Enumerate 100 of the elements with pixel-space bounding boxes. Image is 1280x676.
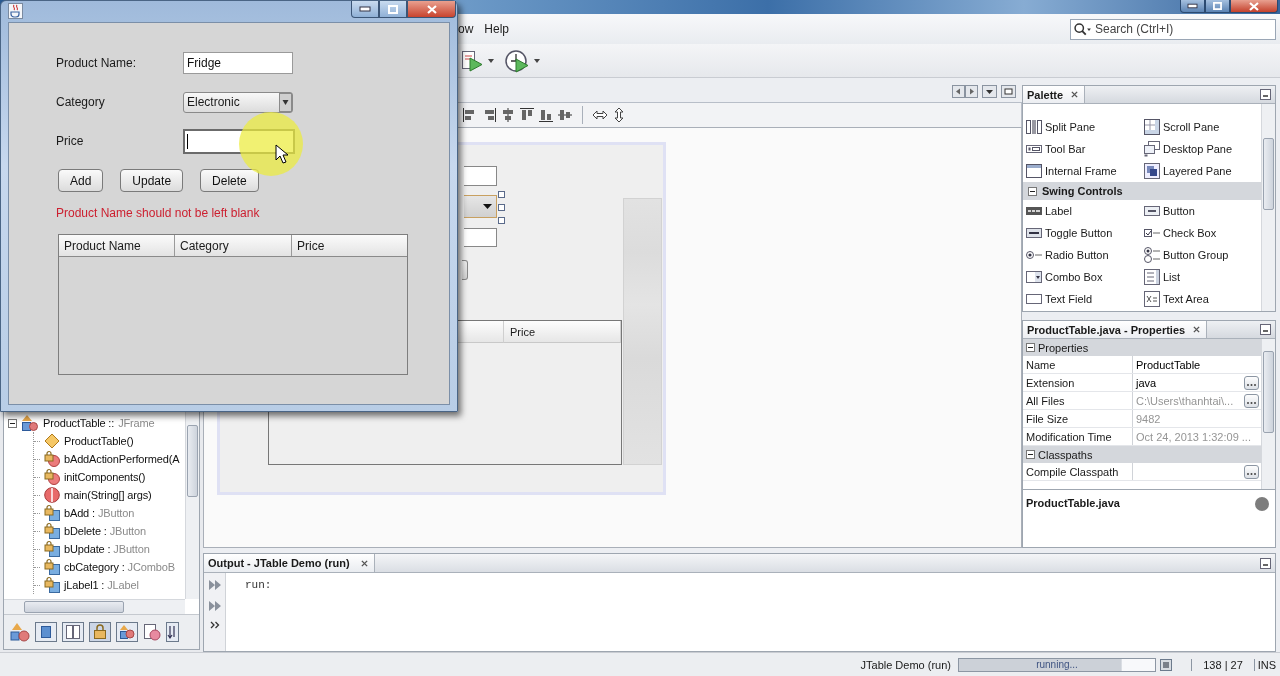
- palette-item[interactable]: Split Pane: [1023, 116, 1141, 138]
- design-button[interactable]: [462, 260, 468, 280]
- rerun-icon[interactable]: [207, 579, 222, 591]
- vertical-scrollbar[interactable]: [185, 411, 199, 599]
- columns-toggle-icon[interactable]: [62, 622, 84, 642]
- property-section-header[interactable]: Properties: [1023, 339, 1261, 356]
- lock-toggle-icon[interactable]: [89, 622, 111, 642]
- palette-item[interactable]: Label: [1023, 200, 1141, 222]
- vertical-scrollbar[interactable]: [1261, 104, 1275, 311]
- design-combo-box[interactable]: [464, 195, 497, 218]
- palette-item[interactable]: Text Area: [1141, 288, 1261, 310]
- maximize-icon: [388, 4, 398, 14]
- tree-item[interactable]: ProductTable(): [34, 432, 185, 450]
- minimize-icon[interactable]: [1260, 324, 1271, 335]
- sort-icon[interactable]: [166, 622, 178, 642]
- class-toggle-icon[interactable]: [116, 622, 138, 642]
- tree-item[interactable]: bAdd : JButton: [34, 504, 185, 522]
- palette-item[interactable]: Toggle Button: [1023, 222, 1141, 244]
- tree-item[interactable]: main(String[] args): [34, 486, 185, 504]
- browse-button[interactable]: [1244, 393, 1259, 408]
- minimize-button[interactable]: [351, 1, 379, 18]
- palette-item[interactable]: Internal Frame: [1023, 160, 1141, 182]
- property-row[interactable]: All Files C:\Users\thanhtai\...: [1023, 392, 1261, 410]
- palette-item[interactable]: Check Box: [1141, 222, 1261, 244]
- locked-field-icon: [44, 541, 60, 557]
- minimize-button[interactable]: [1180, 0, 1205, 13]
- horizontal-scrollbar[interactable]: [4, 599, 185, 614]
- palette-item[interactable]: List: [1141, 266, 1261, 288]
- table-header-cell[interactable]: Price: [292, 235, 407, 256]
- center-horizontal-icon[interactable]: [500, 107, 516, 123]
- palette-item[interactable]: Layered Pane: [1141, 160, 1261, 182]
- align-bottom-icon[interactable]: [538, 107, 554, 123]
- dropdown-icon[interactable]: [982, 84, 997, 98]
- menu-item[interactable]: ow: [458, 22, 474, 36]
- browse-button[interactable]: [1244, 375, 1259, 390]
- panel-tab[interactable]: ProductTable.java - Properties: [1023, 321, 1208, 338]
- palette-item[interactable]: Combo Box: [1023, 266, 1141, 288]
- property-row[interactable]: File Size 9482: [1023, 410, 1261, 428]
- minimize-icon[interactable]: [1260, 89, 1271, 100]
- panel-tab[interactable]: Palette: [1023, 86, 1086, 103]
- close-button[interactable]: [1230, 0, 1278, 13]
- palette-item[interactable]: Radio Button: [1023, 244, 1141, 266]
- tree-item[interactable]: jLabel1 : JLabel: [34, 576, 185, 594]
- palette-item[interactable]: Desktop Pane: [1141, 138, 1261, 160]
- tree-item[interactable]: ProductTable :: JFrame: [8, 414, 185, 432]
- tree-item[interactable]: cbCategory : JComboB: [34, 558, 185, 576]
- design-text-field[interactable]: [464, 228, 497, 247]
- property-row[interactable]: Extension java: [1023, 374, 1261, 392]
- tree-item[interactable]: bAddActionPerformed(A: [34, 450, 185, 468]
- vertical-scrollbar[interactable]: [1261, 339, 1275, 489]
- palette-item[interactable]: Tool Bar: [1023, 138, 1141, 160]
- output-tab[interactable]: Output - JTable Demo (run): [204, 554, 375, 572]
- menu-item[interactable]: Help: [484, 22, 510, 36]
- tree-item[interactable]: bUpdate : JButton: [34, 540, 185, 558]
- minimize-icon[interactable]: [1260, 557, 1271, 569]
- run-file-button[interactable]: [461, 49, 483, 72]
- search-field[interactable]: Search (Ctrl+I): [1070, 18, 1276, 40]
- align-top-icon[interactable]: [519, 107, 535, 123]
- collapse-icon[interactable]: [8, 418, 17, 428]
- hierarchy-icon[interactable]: [10, 622, 30, 642]
- close-icon[interactable]: [360, 559, 368, 567]
- locked-method-icon: [44, 469, 60, 485]
- form-button[interactable]: Delete: [200, 169, 259, 192]
- table-header-cell[interactable]: Product Name: [59, 235, 175, 256]
- property-section-header[interactable]: Classpaths: [1023, 446, 1261, 463]
- rerun-icon[interactable]: [207, 600, 222, 612]
- scroll-left-icon[interactable]: [952, 84, 965, 98]
- palette-item[interactable]: Button Group: [1141, 244, 1261, 266]
- maximize-button[interactable]: [1205, 0, 1230, 13]
- document-icon[interactable]: [143, 623, 161, 641]
- palette-item[interactable]: Text Field: [1023, 288, 1141, 310]
- close-icon[interactable]: [1193, 326, 1201, 333]
- close-icon[interactable]: [1071, 91, 1079, 98]
- close-button[interactable]: [407, 1, 456, 18]
- palette-item[interactable]: Button: [1141, 200, 1261, 222]
- palette-item[interactable]: Scroll Pane: [1141, 116, 1261, 138]
- form-button[interactable]: Add: [58, 169, 104, 192]
- table-header-cell[interactable]: Category: [175, 235, 292, 256]
- profile-button[interactable]: [505, 48, 529, 73]
- property-value[interactable]: ProductTable: [1136, 358, 1201, 371]
- collapse-icon[interactable]: [1028, 186, 1037, 196]
- combo-box[interactable]: Electronic: [183, 91, 293, 113]
- maximize-button[interactable]: [379, 1, 407, 18]
- property-value[interactable]: java: [1136, 376, 1157, 389]
- square-toggle-icon[interactable]: [35, 622, 57, 642]
- text-field[interactable]: Fridge: [183, 52, 293, 74]
- stop-icon[interactable]: [1160, 658, 1172, 671]
- property-row[interactable]: Name ProductTable: [1023, 356, 1261, 374]
- palette-category[interactable]: Swing Controls: [1023, 182, 1261, 200]
- tree-item[interactable]: initComponents(): [34, 468, 185, 486]
- collapse-icon[interactable]: [1026, 343, 1035, 352]
- scroll-right-icon[interactable]: [965, 84, 978, 98]
- tree-item[interactable]: bDelete : JButton: [34, 522, 185, 540]
- property-row[interactable]: Compile Classpath: [1023, 463, 1261, 481]
- design-text-field[interactable]: [464, 166, 497, 186]
- browse-button[interactable]: [1244, 464, 1259, 479]
- chevron-icon[interactable]: [209, 621, 220, 629]
- form-button[interactable]: Update: [120, 169, 184, 192]
- center-vertical-icon[interactable]: [557, 107, 573, 123]
- collapse-icon[interactable]: [1026, 450, 1035, 459]
